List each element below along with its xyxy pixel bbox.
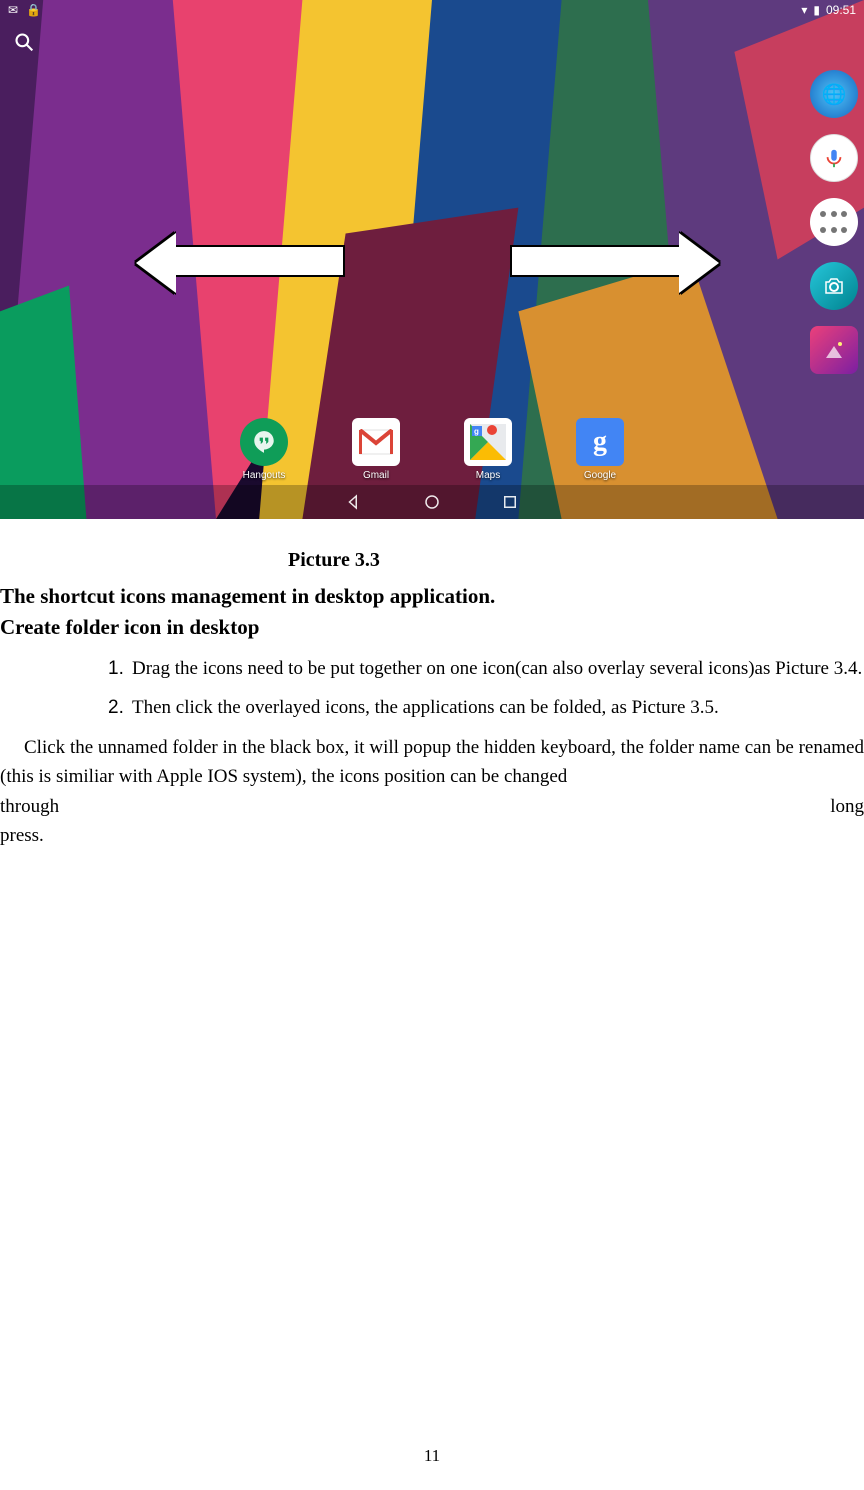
voice-search-icon[interactable] <box>810 134 858 182</box>
list-marker: 2. <box>108 693 124 722</box>
dock-label: Hangouts <box>243 470 286 481</box>
dock-google[interactable]: g Google <box>576 418 624 481</box>
browser-icon[interactable]: 🌐 <box>810 70 858 118</box>
back-button[interactable] <box>345 493 363 511</box>
status-bar: ✉ 🔒 ▾ ▮ 09:51 <box>0 0 864 20</box>
navigation-bar <box>0 485 864 519</box>
dock-maps[interactable]: g Maps <box>464 418 512 481</box>
paragraph-text: Click the unnamed folder in the black bo… <box>0 733 864 792</box>
page-number: 11 <box>0 1446 864 1466</box>
side-apps: 🌐 <box>810 70 858 374</box>
svg-text:g: g <box>474 427 479 436</box>
wifi-icon: ▾ <box>801 3 807 17</box>
hangouts-icon <box>240 418 288 466</box>
swipe-right-arrow <box>510 245 685 277</box>
dock-label: Google <box>584 470 616 481</box>
home-button[interactable] <box>423 493 441 511</box>
figure-caption: Picture 3.3 <box>0 549 864 572</box>
list-text: Then click the overlayed icons, the appl… <box>132 697 719 718</box>
lock-icon: 🔒 <box>26 3 41 17</box>
list-item: 2. Then click the overlayed icons, the a… <box>132 693 864 722</box>
instruction-list: 1. Drag the icons need to be put togethe… <box>0 654 864 723</box>
google-icon: g <box>576 418 624 466</box>
mail-icon: ✉ <box>8 3 18 17</box>
list-item: 1. Drag the icons need to be put togethe… <box>132 654 864 683</box>
list-text: Drag the icons need to be put together o… <box>132 658 862 679</box>
battery-icon: ▮ <box>813 3 820 17</box>
paragraph-text: through long <box>0 792 864 821</box>
clock-text: 09:51 <box>826 3 856 17</box>
maps-icon: g <box>464 418 512 466</box>
gmail-icon <box>352 418 400 466</box>
swipe-left-arrow <box>170 245 345 277</box>
camera-icon[interactable] <box>810 262 858 310</box>
paragraph-text: press. <box>0 821 864 850</box>
gallery-icon[interactable] <box>810 326 858 374</box>
dock-label: Maps <box>476 470 500 481</box>
dock-gmail[interactable]: Gmail <box>352 418 400 481</box>
dock-hangouts[interactable]: Hangouts <box>240 418 288 481</box>
app-drawer-icon[interactable] <box>810 198 858 246</box>
search-icon[interactable] <box>14 32 34 52</box>
android-home-screenshot: ✉ 🔒 ▾ ▮ 09:51 🌐 <box>0 0 864 519</box>
subsection-heading: Create folder icon in desktop <box>0 615 864 640</box>
list-marker: 1. <box>108 654 124 683</box>
section-heading: The shortcut icons management in desktop… <box>0 584 864 609</box>
recents-button[interactable] <box>501 493 519 511</box>
dock-label: Gmail <box>363 470 389 481</box>
dock: Hangouts Gmail g Maps g Google <box>0 418 864 481</box>
